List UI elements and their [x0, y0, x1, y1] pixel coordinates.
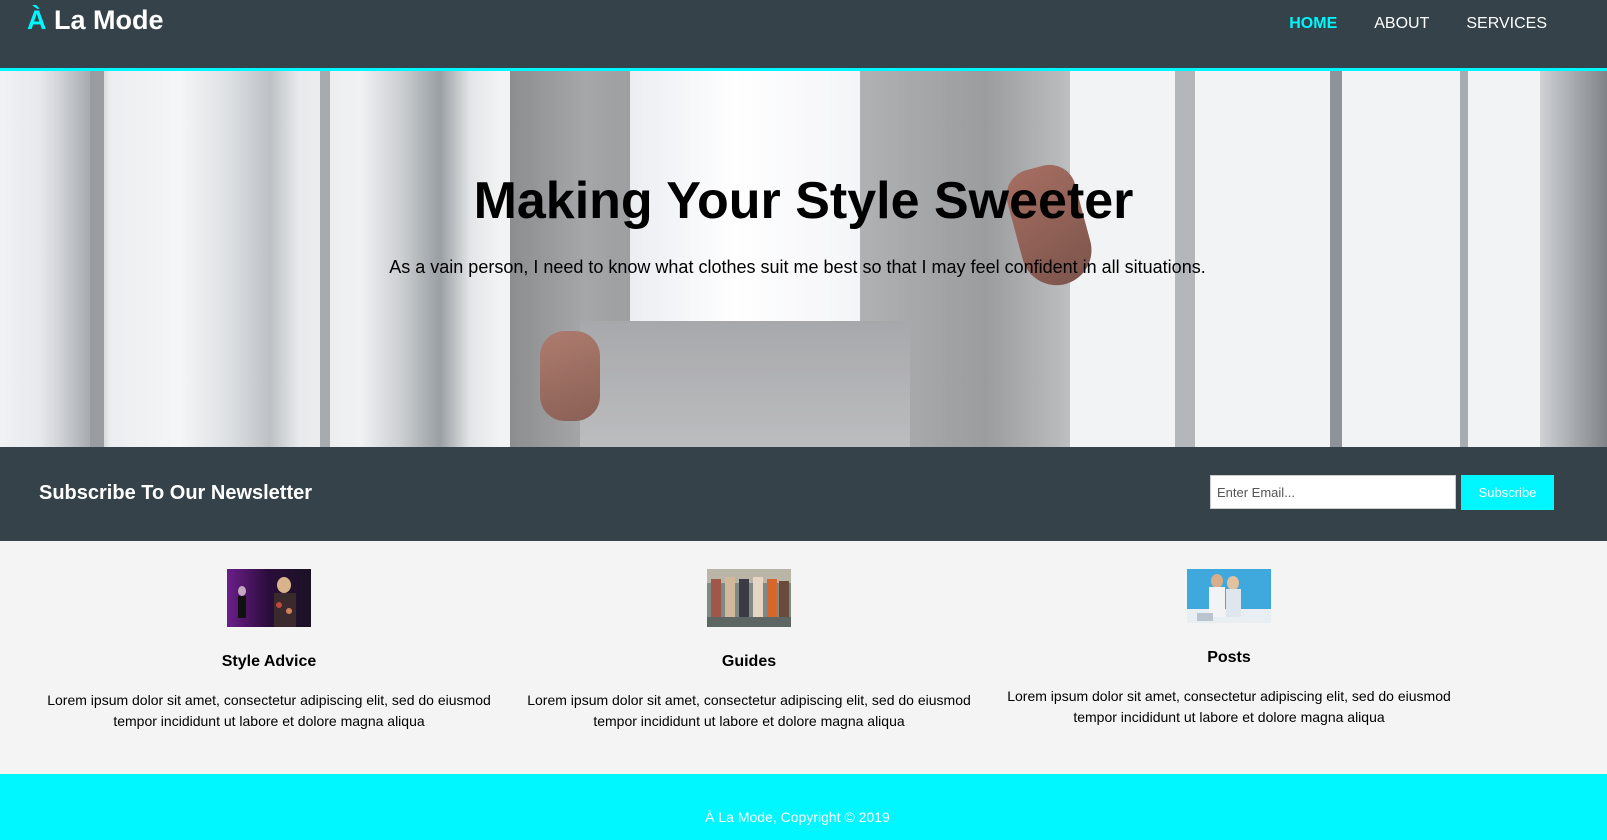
subscribe-button[interactable]: Subscribe: [1461, 475, 1554, 510]
hero-showcase: Making Your Style Sweeter As a vain pers…: [0, 71, 1607, 447]
hero-title: Making Your Style Sweeter: [473, 172, 1134, 230]
brand-logo[interactable]: À La Mode: [27, 5, 164, 36]
brand-name: La Mode: [46, 5, 164, 35]
hero-subtitle: As a vain person, I need to know what cl…: [389, 257, 1206, 277]
style-advice-image: [227, 569, 311, 627]
nav-about-link[interactable]: ABOUT: [1374, 15, 1429, 33]
box-text: Lorem ipsum dolor sit amet, consectetur …: [1007, 688, 1451, 725]
footer-copyright: À La Mode, Copyright © 2019: [705, 809, 890, 825]
email-input[interactable]: [1210, 475, 1456, 509]
box-title: Style Advice: [221, 653, 317, 670]
newsletter-section: Subscribe To Our Newsletter Subscribe: [0, 447, 1607, 541]
site-header: À La Mode HOME ABOUT SERVICES: [0, 0, 1607, 68]
nav-services-link[interactable]: SERVICES: [1466, 15, 1547, 33]
box-title: Guides: [721, 653, 777, 670]
posts-image: [1187, 569, 1271, 623]
brand-accent: À: [27, 5, 47, 35]
newsletter-title: Subscribe To Our Newsletter: [39, 482, 313, 504]
feature-box-posts: Posts Lorem ipsum dolor sit amet, consec…: [994, 569, 1464, 728]
main-nav: HOME ABOUT SERVICES: [1289, 15, 1547, 33]
site-footer: À La Mode, Copyright © 2019: [0, 774, 1607, 840]
nav-home-link[interactable]: HOME: [1289, 15, 1337, 33]
feature-box-guides: Guides Lorem ipsum dolor sit amet, conse…: [514, 569, 984, 732]
feature-boxes: Style Advice Lorem ipsum dolor sit amet,…: [0, 541, 1607, 774]
box-text: Lorem ipsum dolor sit amet, consectetur …: [527, 692, 971, 729]
guides-image: [707, 569, 791, 627]
box-title: Posts: [1207, 649, 1251, 666]
feature-box-style-advice: Style Advice Lorem ipsum dolor sit amet,…: [34, 569, 504, 732]
box-text: Lorem ipsum dolor sit amet, consectetur …: [47, 692, 491, 729]
